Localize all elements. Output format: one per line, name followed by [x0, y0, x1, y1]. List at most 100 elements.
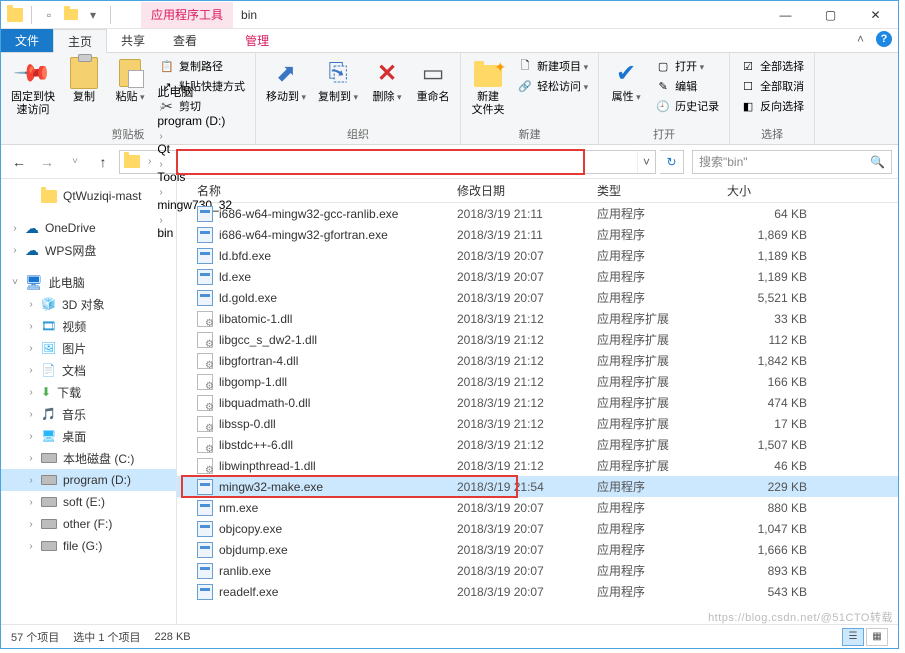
sidebar-item[interactable]: ˅🖥此电脑 — [1, 271, 176, 293]
expand-icon[interactable]: › — [25, 519, 37, 530]
selectall-button[interactable]: ☑全部选择 — [736, 57, 808, 75]
breadcrumb-segment[interactable]: 此电脑 — [155, 83, 234, 100]
breadcrumb[interactable]: › 此电脑›program (D:)›Qt›Tools›mingw730_32›… — [119, 150, 656, 174]
copypath-button[interactable]: 📋复制路径 — [155, 57, 249, 75]
rename-button[interactable]: ▭重命名 — [412, 55, 454, 106]
properties-button[interactable]: ✔属性 — [605, 55, 647, 106]
sidebar-item[interactable]: ›soft (E:) — [1, 491, 176, 513]
nav-forward-button[interactable]: → — [35, 150, 59, 174]
file-row[interactable]: ranlib.exe 2018/3/19 20:07 应用程序 893 KB — [177, 560, 898, 581]
sidebar[interactable]: QtWuziqi-mast ›☁OneDrive›☁WPS网盘 ˅🖥此电脑›🧊3D … — [1, 179, 177, 624]
file-row[interactable]: ld.bfd.exe 2018/3/19 20:07 应用程序 1,189 KB — [177, 245, 898, 266]
tab-share[interactable]: 共享 — [107, 29, 159, 52]
copyto-button[interactable]: ⎘复制到 — [314, 55, 362, 106]
easyaccess-button[interactable]: 🔗轻松访问 — [513, 77, 592, 95]
sidebar-item[interactable]: ›other (F:) — [1, 513, 176, 535]
paste-button[interactable]: 粘贴 — [109, 55, 151, 106]
qat-customize-icon[interactable]: ▾ — [84, 6, 102, 24]
file-row[interactable]: objdump.exe 2018/3/19 20:07 应用程序 1,666 K… — [177, 539, 898, 560]
expand-icon[interactable]: › — [25, 475, 37, 486]
help-icon[interactable]: ? — [876, 31, 892, 47]
close-button[interactable]: ✕ — [853, 1, 898, 29]
qat-newfolder-icon[interactable] — [62, 6, 80, 24]
sidebar-item[interactable]: ›program (D:) — [1, 469, 176, 491]
sidebar-item[interactable]: ›🖼图片 — [1, 337, 176, 359]
file-row[interactable]: libssp-0.dll 2018/3/19 21:12 应用程序扩展 17 K… — [177, 413, 898, 434]
maximize-button[interactable]: ▢ — [808, 1, 853, 29]
sidebar-item[interactable]: ›🎞视频 — [1, 315, 176, 337]
sidebar-item[interactable]: ›☁OneDrive — [1, 217, 176, 239]
minimize-button[interactable]: — — [763, 1, 808, 29]
expand-icon[interactable]: › — [25, 497, 37, 508]
expand-icon[interactable]: › — [25, 409, 37, 420]
file-row[interactable]: mingw32-make.exe 2018/3/19 21:54 应用程序 22… — [177, 476, 898, 497]
expand-icon[interactable]: › — [25, 321, 37, 332]
selectnone-button[interactable]: ☐全部取消 — [736, 77, 808, 95]
tab-file[interactable]: 文件 — [1, 29, 53, 52]
sidebar-item[interactable]: ›本地磁盘 (C:) — [1, 447, 176, 469]
sidebar-item[interactable]: ›🖥桌面 — [1, 425, 176, 447]
moveto-button[interactable]: ⬈移动到 — [262, 55, 310, 106]
file-row[interactable]: i686-w64-mingw32-gcc-ranlib.exe 2018/3/1… — [177, 203, 898, 224]
history-button[interactable]: 🕘历史记录 — [651, 97, 723, 115]
delete-button[interactable]: ✕删除 — [366, 55, 408, 106]
newitem-button[interactable]: 🗋新建项目 — [513, 57, 592, 75]
file-row[interactable]: libwinpthread-1.dll 2018/3/19 21:12 应用程序… — [177, 455, 898, 476]
col-date[interactable]: 修改日期 — [447, 182, 587, 199]
sidebar-item[interactable]: ›🧊3D 对象 — [1, 293, 176, 315]
file-row[interactable]: ld.exe 2018/3/19 20:07 应用程序 1,189 KB — [177, 266, 898, 287]
sidebar-item[interactable]: ›☁WPS网盘 — [1, 239, 176, 261]
breadcrumb-segment[interactable]: program (D:) — [155, 114, 234, 128]
open-button[interactable]: ▢打开 — [651, 57, 723, 75]
expand-icon[interactable]: › — [25, 453, 37, 464]
col-type[interactable]: 类型 — [587, 182, 717, 199]
col-size[interactable]: 大小 — [717, 182, 847, 199]
file-row[interactable]: libatomic-1.dll 2018/3/19 21:12 应用程序扩展 3… — [177, 308, 898, 329]
expand-icon[interactable]: › — [25, 387, 37, 398]
expand-icon[interactable]: › — [25, 343, 37, 354]
expand-icon[interactable]: › — [25, 299, 37, 310]
newfolder-button[interactable]: 新建 文件夹 — [467, 55, 509, 119]
breadcrumb-dropdown[interactable]: ˅ — [637, 151, 655, 173]
file-row[interactable]: ld.gold.exe 2018/3/19 20:07 应用程序 5,521 K… — [177, 287, 898, 308]
expand-icon[interactable]: › — [25, 541, 37, 552]
tab-home[interactable]: 主页 — [53, 29, 107, 53]
sidebar-item[interactable]: QtWuziqi-mast — [1, 185, 176, 207]
view-details-button[interactable]: ☰ — [842, 628, 864, 646]
nav-up-button[interactable]: ↑ — [91, 150, 115, 174]
invert-button[interactable]: ◧反向选择 — [736, 97, 808, 115]
file-row[interactable]: objcopy.exe 2018/3/19 20:07 应用程序 1,047 K… — [177, 518, 898, 539]
sidebar-item[interactable]: ›⬇下载 — [1, 381, 176, 403]
breadcrumb-segment[interactable]: mingw730_32 — [155, 198, 234, 212]
sidebar-item[interactable]: ›🎵音乐 — [1, 403, 176, 425]
view-icons-button[interactable]: ▦ — [866, 628, 888, 646]
copy-button[interactable]: 复制 — [63, 55, 105, 106]
expand-icon[interactable]: › — [9, 223, 21, 234]
edit-button[interactable]: ✎编辑 — [651, 77, 723, 95]
nav-recent-button[interactable]: ˅ — [63, 150, 87, 174]
expand-icon[interactable]: › — [9, 245, 21, 256]
refresh-button[interactable]: ↻ — [660, 150, 684, 174]
expand-icon[interactable]: ˅ — [9, 277, 21, 288]
file-row[interactable]: readelf.exe 2018/3/19 20:07 应用程序 543 KB — [177, 581, 898, 602]
breadcrumb-segment[interactable]: Tools — [155, 170, 234, 184]
nav-back-button[interactable]: ← — [7, 150, 31, 174]
sidebar-item[interactable]: ›file (G:) — [1, 535, 176, 557]
tab-view[interactable]: 查看 — [159, 29, 211, 52]
pin-button[interactable]: 📌 固定到快 速访问 — [7, 55, 59, 119]
sidebar-item[interactable]: ›📄文档 — [1, 359, 176, 381]
breadcrumb-segment[interactable]: Qt — [155, 142, 234, 156]
breadcrumb-segment[interactable]: bin — [155, 226, 234, 240]
file-list[interactable]: i686-w64-mingw32-gcc-ranlib.exe 2018/3/1… — [177, 203, 898, 624]
ribbon-collapse-icon[interactable]: ˄ — [857, 32, 864, 46]
tab-manage[interactable]: 管理 — [231, 29, 283, 52]
file-row[interactable]: libquadmath-0.dll 2018/3/19 21:12 应用程序扩展… — [177, 392, 898, 413]
qat-properties-icon[interactable]: ▫ — [40, 6, 58, 24]
file-row[interactable]: libstdc++-6.dll 2018/3/19 21:12 应用程序扩展 1… — [177, 434, 898, 455]
expand-icon[interactable]: › — [25, 365, 37, 376]
expand-icon[interactable]: › — [25, 431, 37, 442]
search-input[interactable]: 搜索"bin" 🔍 — [692, 150, 892, 174]
file-row[interactable]: libgcc_s_dw2-1.dll 2018/3/19 21:12 应用程序扩… — [177, 329, 898, 350]
file-row[interactable]: libgfortran-4.dll 2018/3/19 21:12 应用程序扩展… — [177, 350, 898, 371]
file-row[interactable]: libgomp-1.dll 2018/3/19 21:12 应用程序扩展 166… — [177, 371, 898, 392]
